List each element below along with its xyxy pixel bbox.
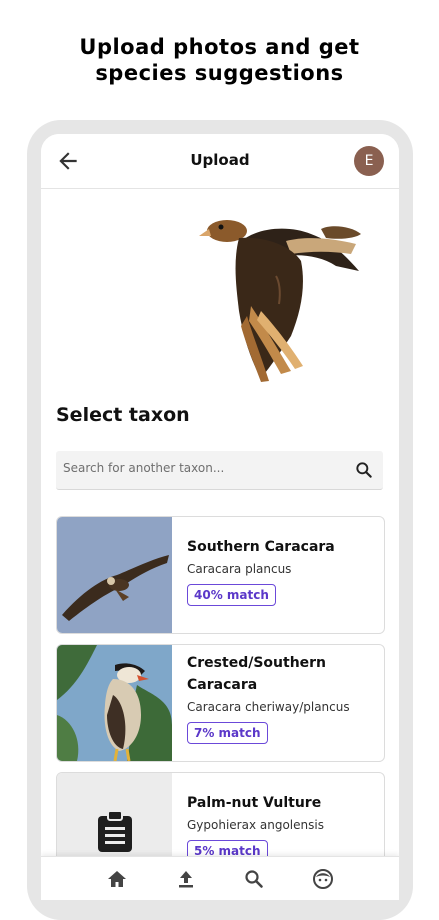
page-title: Upload [190,151,250,169]
profile-icon[interactable] [311,867,335,891]
result-scientific-name: Caracara cheriway/plancus [187,700,350,714]
result-scientific-name: Gypohierax angolensis [187,818,324,832]
clipboard-icon [98,810,132,852]
select-taxon-heading: Select taxon [56,404,190,426]
app-screen: Upload E Select taxon Souther [41,134,399,900]
result-details: Crested/Southern Caracara Caracara cheri… [187,645,376,744]
result-details: Southern Caracara Caracara plancus 40% m… [187,517,376,606]
southern-caracara-thumbnail [57,517,172,633]
taxon-search-bar [56,451,383,490]
home-icon[interactable] [105,867,129,891]
avatar[interactable]: E [354,146,384,176]
search-icon[interactable] [242,867,266,891]
taxon-search-input[interactable] [63,461,343,475]
match-badge: 40% match [187,584,276,606]
crested-caracara-thumbnail [57,645,172,761]
promo-line-2: species suggestions [95,61,344,85]
uploaded-bird-photo [199,220,361,382]
bottom-navigation [41,856,399,900]
upload-icon[interactable] [174,867,198,891]
search-icon[interactable] [354,460,374,480]
result-common-name: Crested/Southern Caracara [187,655,327,693]
promo-line-1: Upload photos and get [79,35,360,59]
taxon-result-card[interactable]: Southern Caracara Caracara plancus 40% m… [56,516,385,634]
match-badge: 7% match [187,722,268,744]
result-scientific-name: Caracara plancus [187,562,292,576]
promo-headline: Upload photos and get species suggestion… [0,34,439,86]
result-common-name: Southern Caracara [187,539,335,555]
app-bar: Upload E [41,134,399,189]
result-common-name: Palm-nut Vulture [187,795,322,811]
taxon-result-card[interactable]: Crested/Southern Caracara Caracara cheri… [56,644,385,762]
result-details: Palm-nut Vulture Gypohierax angolensis 5… [187,773,376,862]
